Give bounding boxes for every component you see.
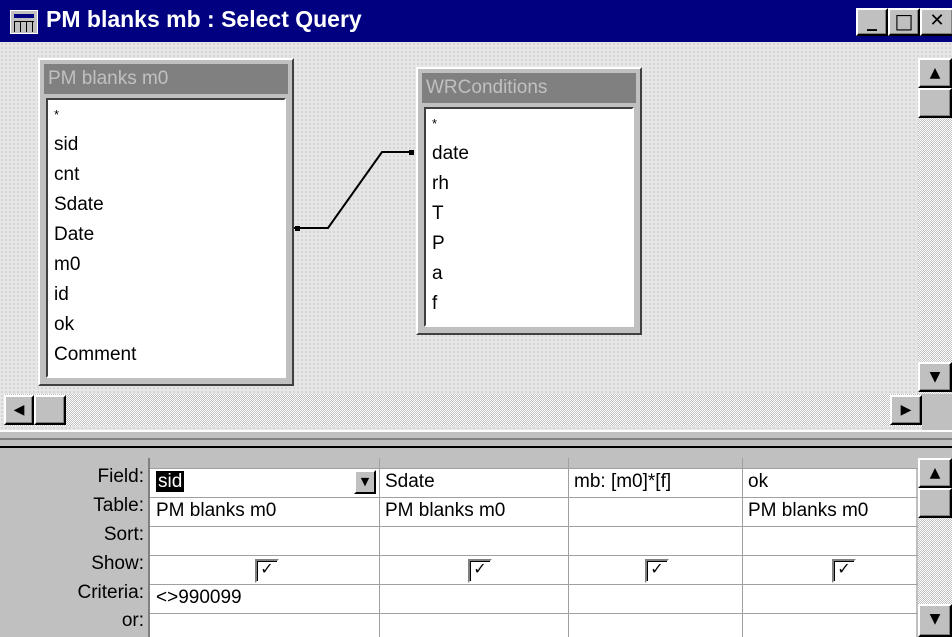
field-item[interactable]: a (426, 259, 632, 289)
field-cell[interactable]: mb: [m0]*[f] (568, 468, 748, 496)
scroll-up-icon: ▲ (929, 65, 941, 81)
field-item[interactable]: * (426, 109, 632, 139)
column-selector[interactable] (568, 458, 743, 468)
checkmark-icon: ✓ (837, 559, 851, 578)
field-item[interactable]: rh (426, 169, 632, 199)
field-list-title[interactable]: WRConditions (422, 73, 636, 103)
scroll-down-icon: ▼ (929, 369, 941, 385)
field-item[interactable]: sid (48, 130, 284, 160)
grid-scroll-down-button[interactable]: ▼ (918, 604, 952, 637)
scroll-down-icon: ▼ (929, 611, 941, 627)
row-label-field: Field: (97, 466, 144, 487)
upper-horizontal-scrollbar[interactable] (4, 394, 922, 426)
column-selector[interactable] (150, 458, 380, 468)
field-value-selected[interactable]: sid (156, 471, 185, 492)
row-label-criteria: Criteria: (77, 582, 144, 603)
field-item[interactable]: T (426, 199, 632, 229)
row-label-sort: Sort: (103, 524, 144, 545)
scroll-up-button[interactable]: ▲ (918, 58, 952, 88)
scroll-thumb[interactable] (918, 88, 952, 118)
field-dropdown-button[interactable]: ▼ (354, 470, 376, 494)
scroll-down-button[interactable]: ▼ (918, 362, 952, 392)
field-item[interactable]: id (48, 280, 284, 310)
field-cell[interactable]: sid (150, 468, 385, 496)
field-item[interactable]: ok (48, 310, 284, 340)
row-label-table: Table: (93, 495, 144, 516)
field-item[interactable]: m0 (48, 250, 284, 280)
design-grid[interactable]: sid PM blanks m0 <>990099 Sdate PM blank… (148, 458, 919, 637)
field-list-title[interactable]: PM blanks m0 (44, 64, 288, 94)
show-checkbox[interactable]: ✓ (832, 559, 856, 583)
field-item[interactable]: date (426, 139, 632, 169)
field-item[interactable]: Comment (48, 340, 284, 370)
checkmark-icon: ✓ (473, 559, 487, 578)
row-label-show: Show: (91, 553, 144, 574)
scroll-left-button[interactable]: ◀ (4, 395, 34, 425)
column-selector[interactable] (379, 458, 569, 468)
field-list[interactable]: * sid cnt Sdate Date m0 id ok Comment (46, 98, 286, 378)
table-cell[interactable]: PM blanks m0 (742, 497, 924, 525)
grid-scroll-thumb[interactable] (918, 488, 952, 518)
table-cell[interactable]: PM blanks m0 (379, 497, 574, 525)
field-list-wrconditions[interactable]: WRConditions * date rh T P a f (416, 67, 642, 335)
checkmark-icon: ✓ (650, 559, 664, 578)
table-cell[interactable]: PM blanks m0 (150, 497, 385, 525)
show-checkbox[interactable]: ✓ (255, 559, 279, 583)
chevron-down-icon: ▼ (360, 475, 370, 488)
field-item[interactable]: Sdate (48, 190, 284, 220)
scroll-right-icon: ▶ (900, 402, 912, 418)
field-item[interactable]: cnt (48, 160, 284, 190)
scroll-right-button[interactable]: ▶ (890, 395, 922, 425)
field-item[interactable]: P (426, 229, 632, 259)
show-checkbox[interactable]: ✓ (645, 559, 669, 583)
field-cell[interactable]: Sdate (379, 468, 574, 496)
field-item[interactable]: f (426, 289, 632, 319)
checkmark-icon: ✓ (260, 559, 274, 578)
scroll-left-icon: ◀ (13, 402, 25, 418)
splitter-divider (0, 438, 952, 440)
column-selector[interactable] (742, 458, 919, 468)
row-label-or: or: (121, 610, 144, 631)
field-item[interactable]: Date (48, 220, 284, 250)
horizontal-scroll-thumb[interactable] (34, 395, 66, 425)
field-cell[interactable]: ok (742, 468, 924, 496)
show-checkbox[interactable]: ✓ (468, 559, 492, 583)
field-list[interactable]: * date rh T P a f (424, 107, 634, 327)
scrollbar-corner (922, 394, 952, 430)
scroll-up-icon: ▲ (929, 465, 941, 481)
criteria-cell[interactable]: <>990099 (150, 584, 385, 612)
field-list-pm-blanks-m0[interactable]: PM blanks m0 * sid cnt Sdate Date m0 id … (38, 58, 294, 386)
grid-scroll-up-button[interactable]: ▲ (918, 458, 952, 488)
field-item[interactable]: * (48, 100, 284, 130)
